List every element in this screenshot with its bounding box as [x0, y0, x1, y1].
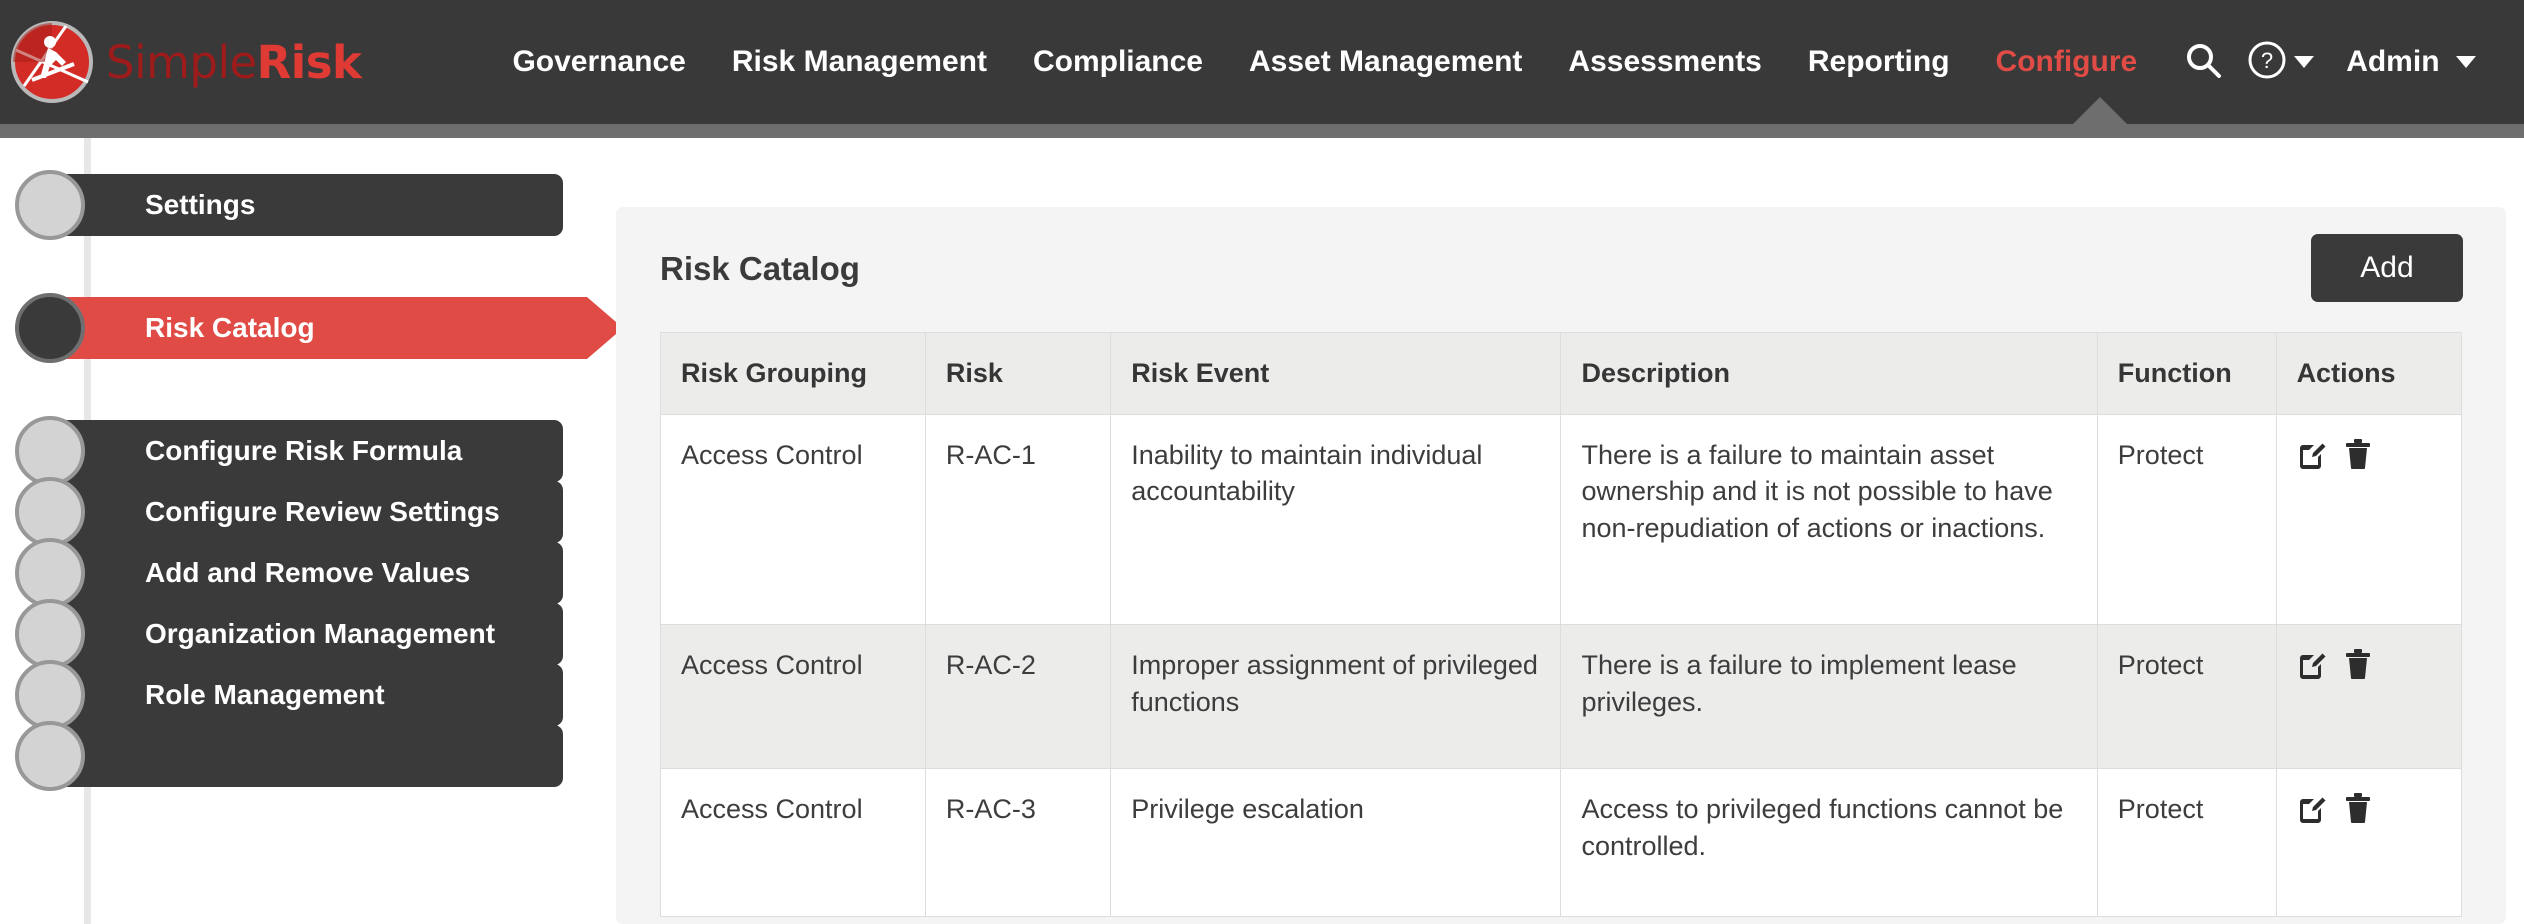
nav-right-controls: ? Admin — [2174, 0, 2493, 124]
question-circle-icon: ? — [2246, 39, 2288, 86]
sidebar-item-role-management[interactable]: Role Management — [15, 660, 563, 730]
cell-risk-grouping: Access Control — [660, 768, 926, 918]
help-menu-button[interactable]: ? — [2232, 0, 2328, 124]
active-tab-caret-icon — [2073, 97, 2127, 124]
search-icon — [2183, 40, 2223, 85]
row-action-group — [2297, 647, 2443, 680]
column-header-risk[interactable]: Risk — [924, 332, 1112, 415]
nav-item-configure[interactable]: Configure — [1973, 0, 2161, 124]
nav-item-compliance[interactable]: Compliance — [1010, 0, 1226, 124]
edit-pencil-square-icon[interactable] — [2297, 439, 2327, 469]
sidebar-bullet-icon — [15, 477, 85, 547]
risk-catalog-table-wrapper: Risk Grouping Risk Risk Event Descriptio… — [660, 332, 2463, 918]
sidebar-item-label: Organization Management — [145, 618, 496, 649]
admin-menu-label: Admin — [2346, 45, 2440, 78]
nav-item-assessments[interactable]: Assessments — [1545, 0, 1784, 124]
nav-item-reporting[interactable]: Reporting — [1785, 0, 1973, 124]
trash-can-icon[interactable] — [2345, 439, 2375, 469]
trash-can-icon[interactable] — [2345, 649, 2375, 680]
admin-menu-button[interactable]: Admin — [2328, 0, 2493, 124]
row-action-group — [2297, 791, 2443, 824]
sidebar-item-label: Risk Catalog — [145, 312, 315, 343]
cell-risk-event: Improper assignment of privileged functi… — [1110, 624, 1562, 770]
nav-item-asset-management[interactable]: Asset Management — [1226, 0, 1545, 124]
sidebar-item-label: Add and Remove Values — [145, 557, 471, 588]
sidebar-item-organization-management[interactable]: Organization Management — [15, 599, 563, 669]
cell-actions — [2275, 413, 2463, 626]
sidebar-item-next[interactable] — [15, 721, 563, 791]
brand-wordmark: SimpleRisk — [106, 35, 362, 89]
risk-catalog-panel: Risk Catalog Add Risk Grouping Risk Risk… — [616, 207, 2506, 924]
cell-actions — [2275, 624, 2463, 770]
panel-header: Risk Catalog Add — [616, 207, 2506, 332]
sidebar-bullet-icon — [15, 293, 85, 363]
add-button[interactable]: Add — [2311, 234, 2463, 302]
cell-description: There is a failure to implement lease pr… — [1560, 624, 2098, 770]
table-row: Access Control R-AC-3 Privilege escalati… — [660, 768, 2463, 918]
column-header-actions[interactable]: Actions — [2275, 332, 2463, 415]
nav-item-governance[interactable]: Governance — [489, 0, 708, 124]
cell-risk: R-AC-3 — [924, 768, 1112, 918]
risk-catalog-table: Risk Grouping Risk Risk Event Descriptio… — [660, 332, 2463, 918]
cell-description: There is a failure to maintain asset own… — [1560, 413, 2098, 626]
sidebar-item-risk-catalog[interactable]: Risk Catalog — [15, 293, 623, 363]
page-title: Risk Catalog — [660, 250, 860, 287]
sidebar-item-configure-review-settings[interactable]: Configure Review Settings — [15, 477, 563, 547]
table-header: Risk Grouping Risk Risk Event Descriptio… — [660, 332, 2463, 415]
column-header-description[interactable]: Description — [1560, 332, 2098, 415]
cell-risk: R-AC-2 — [924, 624, 1112, 770]
column-header-function[interactable]: Function — [2096, 332, 2277, 415]
cell-risk: R-AC-1 — [924, 413, 1112, 626]
cell-function: Protect — [2096, 768, 2277, 918]
table-row: Access Control R-AC-1 Inability to maint… — [660, 413, 2463, 626]
brand-logo-link[interactable]: SimpleRisk — [10, 20, 362, 104]
table-row: Access Control R-AC-2 Improper assignmen… — [660, 624, 2463, 770]
top-navigation-bar: SimpleRisk Governance Risk Management Co… — [0, 0, 2524, 124]
brand-name-risk: Risk — [256, 35, 362, 89]
column-header-risk-grouping[interactable]: Risk Grouping — [660, 332, 926, 415]
cell-risk-grouping: Access Control — [660, 624, 926, 770]
search-button[interactable] — [2174, 0, 2232, 124]
sidebar-bullet-icon — [15, 721, 85, 791]
column-header-risk-event[interactable]: Risk Event — [1110, 332, 1562, 415]
chevron-down-icon — [2294, 56, 2315, 68]
table-header-row: Risk Grouping Risk Risk Event Descriptio… — [660, 332, 2463, 415]
nav-item-risk-management[interactable]: Risk Management — [709, 0, 1010, 124]
edit-pencil-square-icon[interactable] — [2297, 793, 2327, 824]
sidebar-bullet-icon — [15, 660, 85, 730]
row-action-group — [2297, 437, 2443, 469]
sidebar-item-configure-risk-formula[interactable]: Configure Risk Formula — [15, 416, 563, 486]
sidebar-item-label: Settings — [145, 189, 256, 220]
sidebar-bullet-icon — [15, 170, 85, 240]
cell-function: Protect — [2096, 624, 2277, 770]
sidebar-item-label: Configure Risk Formula — [145, 435, 463, 466]
sidebar-item-label: Role Management — [145, 679, 385, 710]
brand-name-simple: Simple — [106, 35, 257, 89]
svg-text:?: ? — [2261, 48, 2273, 73]
main-menu: Governance Risk Management Compliance As… — [489, 0, 2160, 124]
sidebar-item-settings[interactable]: Settings — [15, 170, 563, 240]
sidebar-item-label: Configure Review Settings — [145, 496, 500, 527]
cell-risk-event: Privilege escalation — [1110, 768, 1562, 918]
table-body: Access Control R-AC-1 Inability to maint… — [660, 413, 2463, 918]
cell-risk-event: Inability to maintain individual account… — [1110, 413, 1562, 626]
trash-can-icon[interactable] — [2345, 793, 2375, 824]
configure-sidebar: Settings Risk Catalog Configure Risk For… — [0, 138, 623, 924]
sidebar-item-add-and-remove-values[interactable]: Add and Remove Values — [15, 538, 563, 608]
sidebar-bullet-icon — [15, 538, 85, 608]
chevron-down-icon — [2455, 56, 2476, 68]
simplerisk-skier-logo-icon — [10, 20, 94, 104]
sidebar-bullet-icon — [15, 416, 85, 486]
header-bottom-strip — [0, 124, 2524, 138]
cell-actions — [2275, 768, 2463, 918]
edit-pencil-square-icon[interactable] — [2297, 649, 2327, 680]
cell-risk-grouping: Access Control — [660, 413, 926, 626]
cell-function: Protect — [2096, 413, 2277, 626]
cell-description: Access to privileged functions cannot be… — [1560, 768, 2098, 918]
sidebar-bullet-icon — [15, 599, 85, 669]
